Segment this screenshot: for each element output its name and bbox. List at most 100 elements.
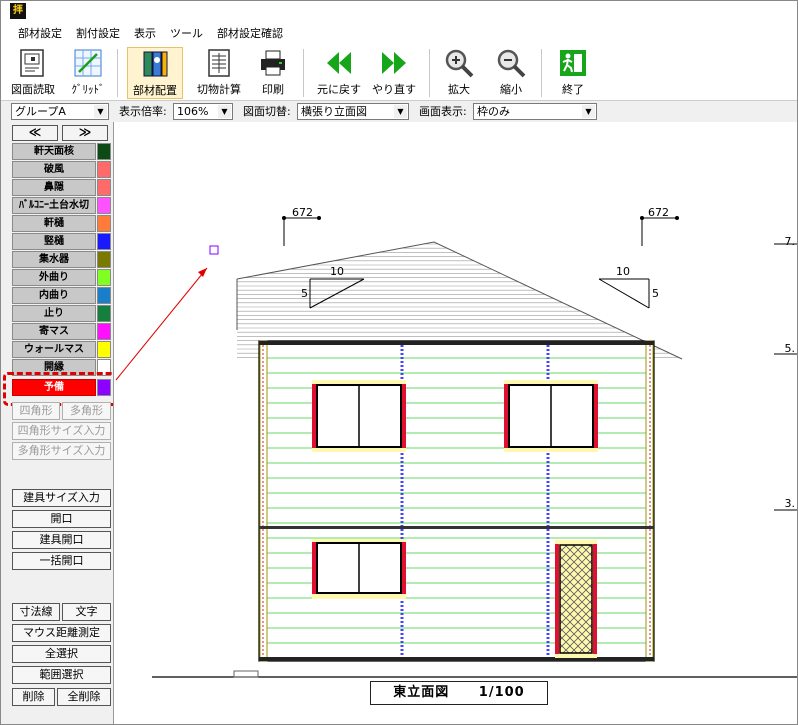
part-item[interactable]: 内曲り [12, 287, 111, 304]
part-color-swatch [97, 197, 111, 214]
ground-step [233, 670, 259, 678]
annotation-arrow [115, 267, 208, 381]
drawing-scale: 1/100 [478, 685, 525, 700]
entry-door [555, 540, 597, 658]
chevron-down-icon: ▼ [94, 105, 107, 118]
parts-panel: ≪ ≫ 軒天面核 破風 鼻隠 ﾊﾞﾙｺﾆｰ土台水切 軒樋 竪樋 集水器 外曲り … [1, 122, 119, 724]
parts-placement-icon [143, 51, 168, 77]
part-item[interactable]: 破風 [12, 161, 111, 178]
part-color-swatch [97, 251, 111, 268]
opening-button[interactable]: 開口 [12, 510, 111, 528]
text-button[interactable]: 文字 [62, 603, 111, 621]
fitting-opening-button[interactable]: 建具開口 [12, 531, 111, 549]
part-item[interactable]: 軒天面核 [12, 143, 111, 160]
eave-band [259, 341, 654, 345]
pitch-rise-left: 5 [301, 287, 308, 300]
app-icon: 拝 [10, 3, 26, 19]
zoom-in-icon [445, 49, 474, 78]
mouse-distance-button[interactable]: マウス距離測定 [12, 624, 111, 642]
print-button[interactable]: 印刷 [251, 47, 295, 99]
place-parts-button[interactable]: 部材配置 [127, 47, 183, 99]
display-label: 画面表示: [419, 105, 467, 118]
part-item[interactable]: 止り [12, 305, 111, 322]
part-item[interactable]: ウォールマス [12, 341, 111, 358]
part-color-swatch [97, 341, 111, 358]
part-item[interactable]: 外曲り [12, 269, 111, 286]
cut-calc-button[interactable]: 切物計算 [191, 47, 247, 99]
part-label: ウォールマス [12, 341, 96, 358]
rewind-icon [327, 52, 351, 74]
menu-bar: 部材設定 割付設定 表示 ツール 部材設定確認 [1, 23, 797, 45]
select-all-button[interactable]: 全選択 [12, 645, 111, 663]
exit-button[interactable]: 終了 [551, 47, 595, 99]
polygon-button[interactable]: 多角形 [62, 402, 111, 420]
edge-label: 7. [784, 235, 796, 248]
polygon-size-input-button[interactable]: 多角形サイズ入力 [12, 442, 111, 460]
grid-button[interactable]: ｸﾞﾘｯﾄﾞ [65, 47, 111, 99]
calculation-sheet-icon [208, 49, 230, 77]
part-label: 竪樋 [12, 233, 96, 250]
chevron-down-icon: ▼ [218, 105, 231, 118]
fitting-size-input-button[interactable]: 建具サイズ入力 [12, 489, 111, 507]
drawing-title-box: 東立面図 1/100 [370, 681, 548, 705]
part-color-swatch [97, 161, 111, 178]
menu-view[interactable]: 表示 [127, 23, 163, 45]
elevation-drawing [115, 216, 797, 678]
menu-parts-settings[interactable]: 部材設定 [11, 23, 69, 45]
chevron-down-icon: ▼ [394, 105, 407, 118]
delete-button[interactable]: 削除 [12, 688, 55, 706]
part-label: ﾊﾞﾙｺﾆｰ土台水切 [12, 197, 96, 214]
part-label: 集水器 [12, 251, 96, 268]
part-item[interactable]: 鼻隠 [12, 179, 111, 196]
toolbar-separator [117, 49, 118, 97]
menu-layout-settings[interactable]: 割付設定 [69, 23, 127, 45]
floor-band [259, 526, 654, 529]
next-page-button[interactable]: ≫ [62, 125, 108, 141]
rectangle-button[interactable]: 四角形 [12, 402, 60, 420]
part-item[interactable]: 寄マス [12, 323, 111, 340]
drawing-canvas[interactable]: 672 672 10 5 10 5 7. 5. 3. 東立面図 1/100 [113, 122, 797, 724]
cursor-marker [209, 245, 219, 255]
prev-page-button[interactable]: ≪ [12, 125, 58, 141]
part-label: 鼻隠 [12, 179, 96, 196]
dimension-line-button[interactable]: 寸法線 [12, 603, 60, 621]
dimension-marker-left [282, 216, 321, 246]
part-label: 内曲り [12, 287, 96, 304]
part-item[interactable]: 軒樋 [12, 215, 111, 232]
pitch-run-left: 10 [330, 265, 344, 278]
delete-all-button[interactable]: 全削除 [57, 688, 111, 706]
zoom-in-button[interactable]: 拡大 [437, 47, 481, 99]
drawing-switch-select[interactable]: 横張り立面図 ▼ [297, 103, 409, 120]
part-item[interactable]: ﾊﾞﾙｺﾆｰ土台水切 [12, 197, 111, 214]
rectangle-size-input-button[interactable]: 四角形サイズ入力 [12, 422, 111, 440]
part-label: 軒樋 [12, 215, 96, 232]
pitch-marker-right [598, 278, 650, 309]
scale-select[interactable]: 106% ▼ [173, 103, 233, 120]
selection-highlight [3, 372, 119, 406]
part-color-swatch [97, 215, 111, 232]
group-select[interactable]: グループA ▼ [11, 103, 109, 120]
redo-button[interactable]: やり直す [367, 47, 421, 99]
part-color-swatch [97, 287, 111, 304]
range-select-button[interactable]: 範囲選択 [12, 666, 111, 684]
menu-parts-check[interactable]: 部材設定確認 [210, 23, 290, 45]
edge-label: 5. [784, 342, 796, 355]
grid-icon [74, 49, 102, 77]
fast-forward-icon [382, 52, 406, 74]
batch-opening-button[interactable]: 一括開口 [12, 552, 111, 570]
toolbar-separator [303, 49, 304, 97]
part-color-swatch [97, 305, 111, 322]
part-label: 寄マス [12, 323, 96, 340]
menu-tools[interactable]: ツール [163, 23, 210, 45]
part-item[interactable]: 集水器 [12, 251, 111, 268]
pitch-run-right: 10 [616, 265, 630, 278]
open-drawing-button[interactable]: 図面読取 [7, 47, 59, 99]
part-label: 止り [12, 305, 96, 322]
title-bar: 拝 [1, 1, 797, 23]
undo-button[interactable]: 元に戻す [311, 47, 367, 99]
display-select[interactable]: 枠のみ ▼ [473, 103, 597, 120]
part-item[interactable]: 竪樋 [12, 233, 111, 250]
window-upper-left [312, 380, 406, 452]
exit-door-icon [560, 50, 586, 76]
zoom-out-button[interactable]: 縮小 [489, 47, 533, 99]
